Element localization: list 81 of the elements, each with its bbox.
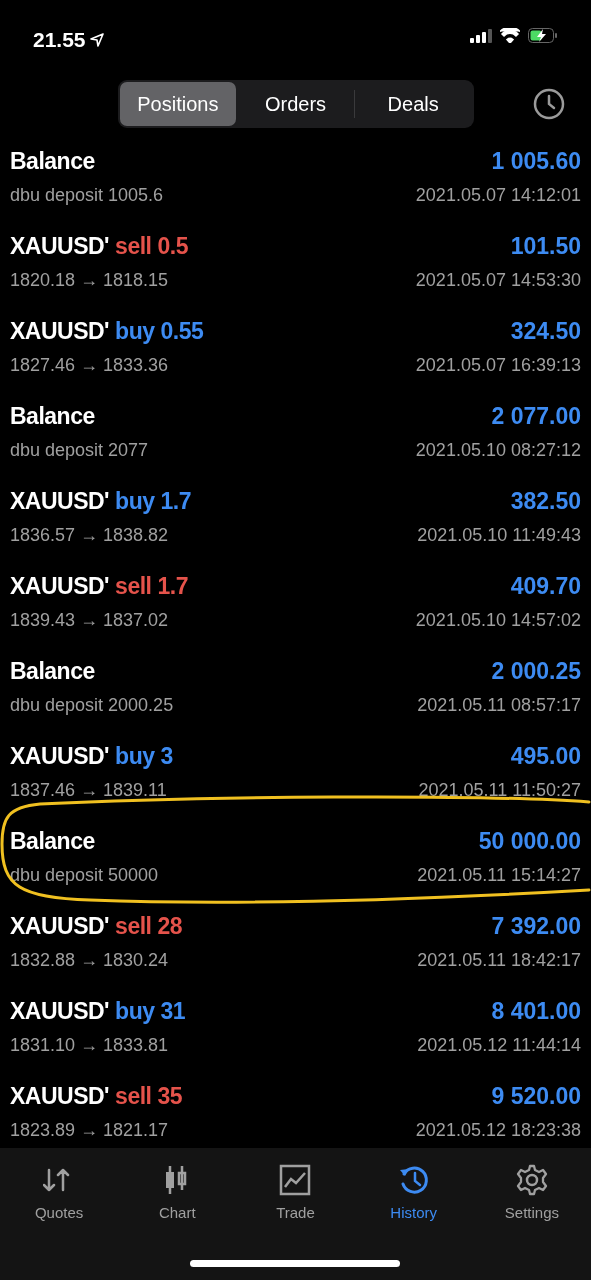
amount: 495.00 xyxy=(510,741,581,771)
tab[interactable]: Positions xyxy=(119,82,237,126)
tab-bar-item[interactable]: History xyxy=(354,1164,473,1225)
deal-side: sell xyxy=(115,571,152,601)
timestamp: 2021.05.11 15:14:27 xyxy=(417,863,581,887)
deal-volume: 31 xyxy=(160,996,186,1026)
deal-side: buy xyxy=(115,316,155,346)
deposit-comment: dbu deposit 1005.6 xyxy=(10,183,164,207)
tab-bar-item[interactable]: Settings xyxy=(472,1164,591,1225)
amount: 1 005.60 xyxy=(491,146,581,176)
wifi-icon xyxy=(500,28,520,43)
price-change: 1831.10 → 1833.81 xyxy=(10,1033,169,1057)
status-time: 21.55 xyxy=(33,27,86,53)
amount: 409.70 xyxy=(510,571,581,601)
settings-icon xyxy=(515,1164,548,1196)
symbol-name: XAUUSD' xyxy=(10,741,110,771)
price-change: 1823.89 → 1821.17 xyxy=(10,1118,169,1142)
location-icon xyxy=(89,32,104,47)
price-change: 1820.18 → 1818.15 xyxy=(10,268,169,292)
signal-icon xyxy=(470,28,492,43)
timestamp: 2021.05.10 08:27:12 xyxy=(415,438,581,462)
amount: 8 401.00 xyxy=(491,996,581,1026)
deal-side: buy xyxy=(115,996,155,1026)
timestamp: 2021.05.10 14:57:02 xyxy=(415,608,581,632)
deal-side: sell xyxy=(115,231,152,261)
price-change: 1832.88 → 1830.24 xyxy=(10,948,169,972)
price-change: 1836.57 → 1838.82 xyxy=(10,523,169,547)
deal-volume: 28 xyxy=(157,911,183,941)
deal-volume: 0.5 xyxy=(157,231,188,261)
balance-title: Balance xyxy=(10,401,95,431)
timestamp: 2021.05.11 11:50:27 xyxy=(418,778,581,802)
deposit-comment: dbu deposit 2077 xyxy=(10,438,149,462)
amount: 2 000.25 xyxy=(491,656,581,686)
history-icon xyxy=(397,1164,430,1196)
timestamp: 2021.05.07 14:53:30 xyxy=(415,268,581,292)
price-change: 1839.43 → 1837.02 xyxy=(10,608,169,632)
deal-volume: 1.7 xyxy=(157,571,188,601)
price-change: 1837.46 → 1839.11 xyxy=(10,778,167,802)
tab[interactable]: Deals xyxy=(354,82,472,126)
amount: 9 520.00 xyxy=(491,1081,581,1111)
timestamp: 2021.05.11 08:57:17 xyxy=(417,693,581,717)
tab-bar-item[interactable]: Chart xyxy=(118,1164,237,1225)
tab-bar-item[interactable]: Trade xyxy=(236,1164,355,1225)
symbol-name: XAUUSD' xyxy=(10,571,110,601)
deal-side: sell xyxy=(115,1081,152,1111)
deal-volume: 1.7 xyxy=(160,486,191,516)
deal-side: buy xyxy=(115,741,155,771)
balance-title: Balance xyxy=(10,146,95,176)
deal-volume: 35 xyxy=(157,1081,183,1111)
amount: 50 000.00 xyxy=(478,826,581,856)
amount: 7 392.00 xyxy=(491,911,581,941)
timestamp: 2021.05.11 18:42:17 xyxy=(417,948,581,972)
timestamp: 2021.05.12 11:44:14 xyxy=(417,1033,581,1057)
symbol-name: XAUUSD' xyxy=(10,1081,110,1111)
amount: 2 077.00 xyxy=(491,401,581,431)
deposit-comment: dbu deposit 2000.25 xyxy=(10,693,174,717)
symbol-name: XAUUSD' xyxy=(10,996,110,1026)
amount: 382.50 xyxy=(510,486,581,516)
balance-title: Balance xyxy=(10,656,95,686)
price-change: 1827.46 → 1833.36 xyxy=(10,353,169,377)
deal-side: buy xyxy=(115,486,155,516)
balance-title: Balance xyxy=(10,826,95,856)
symbol-name: XAUUSD' xyxy=(10,231,110,261)
symbol-name: XAUUSD' xyxy=(10,486,110,516)
deal-volume: 0.55 xyxy=(160,316,204,346)
timestamp: 2021.05.07 14:12:01 xyxy=(415,183,581,207)
timestamp: 2021.05.12 18:23:38 xyxy=(415,1118,581,1142)
tab[interactable]: Orders xyxy=(237,82,354,126)
amount: 324.50 xyxy=(510,316,581,346)
symbol-name: XAUUSD' xyxy=(10,911,110,941)
deposit-comment: dbu deposit 50000 xyxy=(10,863,159,887)
timestamp: 2021.05.07 16:39:13 xyxy=(415,353,581,377)
deal-side: sell xyxy=(115,911,152,941)
amount: 101.50 xyxy=(510,231,581,261)
tab-bar-item[interactable]: Quotes xyxy=(0,1164,119,1225)
timestamp: 2021.05.10 11:49:43 xyxy=(417,523,581,547)
clock-icon[interactable] xyxy=(533,88,565,120)
deal-volume: 3 xyxy=(160,741,173,771)
battery-charging-icon xyxy=(528,28,558,43)
line-chart-icon xyxy=(279,1164,312,1196)
symbol-name: XAUUSD' xyxy=(10,316,110,346)
